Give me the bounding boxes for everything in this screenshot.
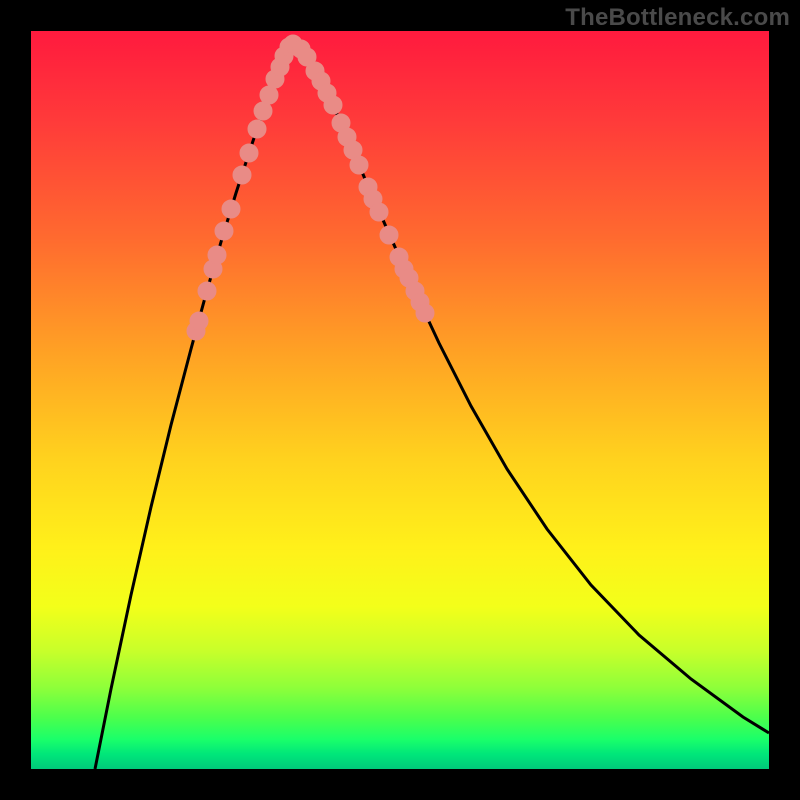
data-marker <box>254 102 272 120</box>
data-marker <box>233 166 251 184</box>
data-marker <box>208 246 226 264</box>
marker-group <box>187 35 434 340</box>
watermark-text: TheBottleneck.com <box>565 4 790 32</box>
data-marker <box>240 144 258 162</box>
data-marker <box>324 96 342 114</box>
chart-frame: TheBottleneck.com <box>0 0 800 800</box>
data-marker <box>215 222 233 240</box>
data-marker <box>260 86 278 104</box>
data-marker <box>370 203 388 221</box>
data-marker <box>380 226 398 244</box>
plot-area <box>31 31 769 769</box>
data-marker <box>416 304 434 322</box>
data-marker <box>350 156 368 174</box>
chart-overlay <box>31 31 769 769</box>
data-marker <box>248 120 266 138</box>
data-marker <box>190 312 208 330</box>
data-marker <box>222 200 240 218</box>
bottleneck-curve <box>95 45 769 769</box>
data-marker <box>198 282 216 300</box>
